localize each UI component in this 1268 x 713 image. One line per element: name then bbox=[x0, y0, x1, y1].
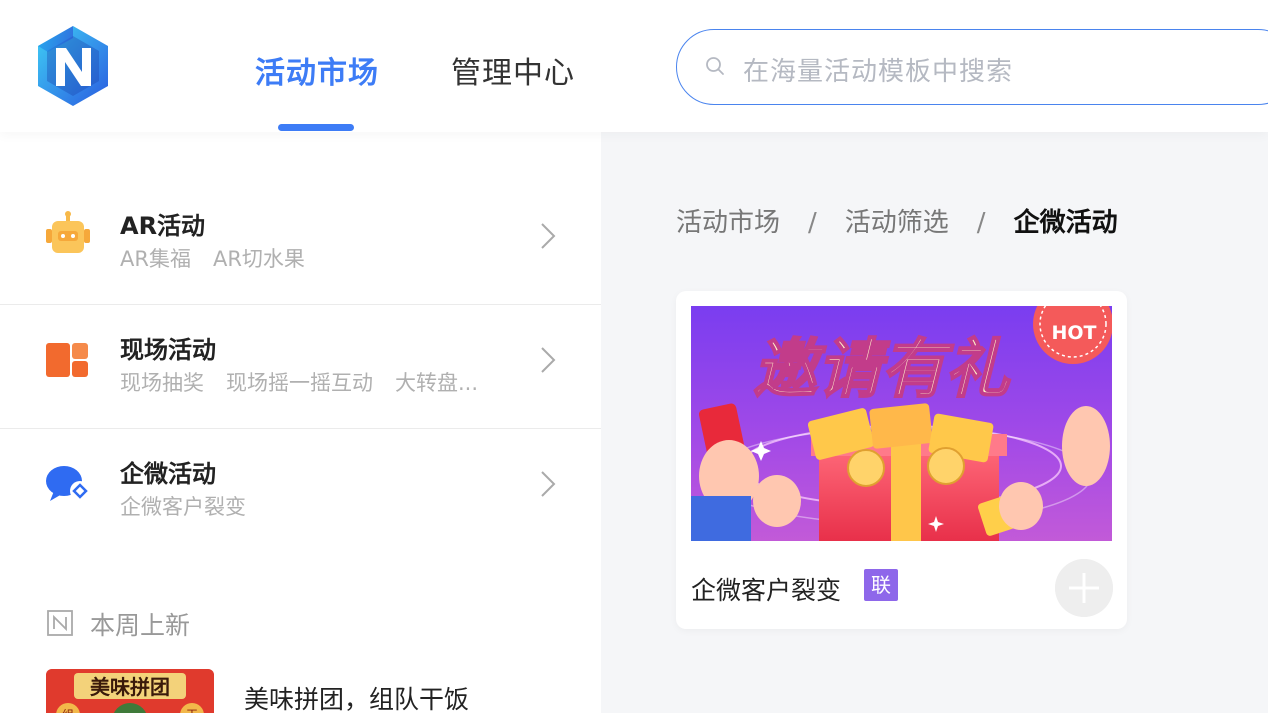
category-sub[interactable]: 企微客户裂变 bbox=[120, 495, 246, 519]
new-icon bbox=[47, 610, 73, 636]
category-sub[interactable]: 大转盘... bbox=[395, 371, 478, 395]
search-icon bbox=[706, 57, 724, 75]
category-subs: 企微客户裂变 bbox=[120, 491, 268, 521]
thumb-char: 干 bbox=[186, 708, 198, 713]
breadcrumb-separator: / bbox=[808, 208, 817, 238]
category-sub[interactable]: AR集福 bbox=[120, 247, 191, 271]
card-badge: 联 bbox=[864, 569, 898, 601]
chevron-right-icon bbox=[541, 223, 556, 249]
tab-management-center[interactable]: 管理中心 bbox=[451, 48, 575, 92]
breadcrumb: 活动市场 / 活动筛选 / 企微活动 bbox=[676, 202, 1118, 239]
card-cover-image[interactable]: 邀请有礼 HOT bbox=[691, 306, 1112, 541]
chat-icon bbox=[46, 466, 90, 501]
search-placeholder: 在海量活动模板中搜索 bbox=[743, 57, 1014, 87]
activity-card[interactable]: 邀请有礼 HOT 企微客户裂变 联 bbox=[676, 291, 1127, 629]
category-sub[interactable]: 现场摇一摇互动 bbox=[226, 371, 373, 395]
category-sub[interactable]: AR切水果 bbox=[213, 247, 305, 271]
category-subs: 现场抽奖 现场摇一摇互动 大转盘... bbox=[120, 367, 500, 397]
chevron-right-icon bbox=[541, 347, 556, 373]
app-logo[interactable] bbox=[34, 24, 112, 108]
new-item-title[interactable]: 美味拼团，组队干饭 bbox=[244, 680, 469, 713]
breadcrumb-separator: / bbox=[976, 208, 986, 238]
robot-icon bbox=[46, 211, 90, 253]
thumb-text: 美味拼团 bbox=[90, 675, 170, 699]
book-icon bbox=[46, 343, 88, 377]
tab-activity-market[interactable]: 活动市场 bbox=[255, 48, 379, 92]
category-title: 现场活动 bbox=[120, 336, 216, 364]
card-title: 企微客户裂变 bbox=[691, 576, 842, 605]
category-item-ar[interactable]: AR活动 AR集福 AR切水果 bbox=[0, 181, 601, 305]
category-item-wecom[interactable]: 企微活动 企微客户裂变 bbox=[0, 429, 601, 553]
thumb-char: 组 bbox=[62, 708, 74, 713]
add-button[interactable] bbox=[1055, 559, 1113, 617]
active-tab-indicator bbox=[278, 124, 354, 131]
category-item-onsite[interactable]: 现场活动 现场抽奖 现场摇一摇互动 大转盘... bbox=[0, 305, 601, 429]
breadcrumb-item[interactable]: 活动市场 bbox=[676, 208, 780, 238]
breadcrumb-current: 企微活动 bbox=[1013, 208, 1118, 238]
cover-title: 邀请有礼 bbox=[753, 333, 1011, 407]
category-title: 企微活动 bbox=[120, 460, 216, 488]
breadcrumb-item[interactable]: 活动筛选 bbox=[845, 208, 949, 238]
category-subs: AR集福 AR切水果 bbox=[120, 243, 327, 273]
top-header: 活动市场 管理中心 在海量活动模板中搜索 bbox=[0, 0, 1268, 132]
category-sub[interactable]: 现场抽奖 bbox=[120, 371, 204, 395]
hot-badge: HOT bbox=[1051, 322, 1096, 344]
category-title: AR活动 bbox=[120, 212, 206, 240]
new-item-thumbnail[interactable]: 美味拼团 组 干 bbox=[46, 669, 214, 713]
chevron-right-icon bbox=[541, 471, 556, 497]
new-this-week-label: 本周上新 bbox=[90, 611, 191, 640]
